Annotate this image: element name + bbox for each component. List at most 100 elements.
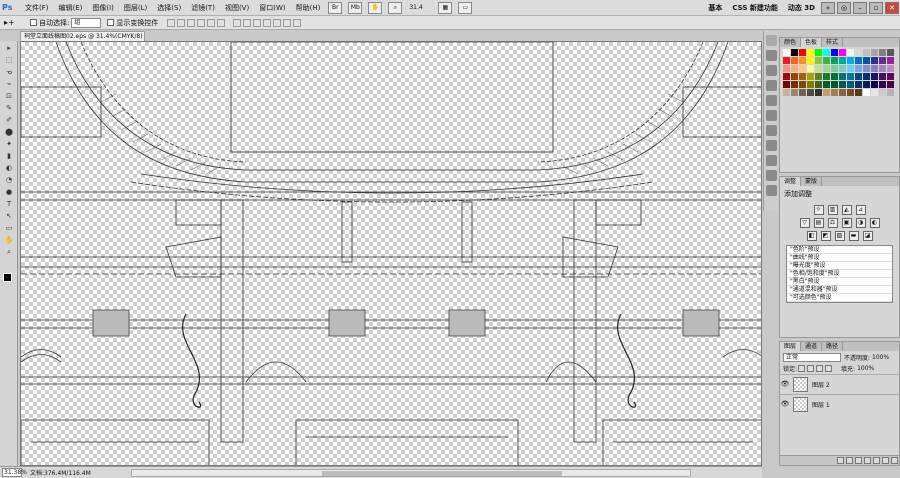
history-icon[interactable] (766, 65, 777, 76)
menu-layer[interactable]: 图层(L) (119, 0, 152, 16)
tab-adjustments[interactable]: 调整 (780, 177, 802, 186)
hue-saturation-icon[interactable]: ▤ (813, 218, 824, 228)
new-layer-icon[interactable] (882, 457, 889, 464)
menu-select[interactable]: 选择(S) (152, 0, 186, 16)
type-tool-icon[interactable]: T (2, 199, 16, 209)
color-swatch[interactable] (887, 65, 894, 72)
bridge-icon[interactable]: Br (328, 1, 343, 14)
visibility-eye-icon[interactable]: 👁 (780, 400, 790, 408)
color-swatch[interactable] (855, 81, 862, 88)
color-swatch[interactable] (863, 89, 870, 96)
color-swatch[interactable] (791, 49, 798, 56)
color-swatch[interactable] (823, 49, 830, 56)
invert-icon[interactable]: ◧ (806, 231, 817, 241)
history-brush-tool-icon[interactable]: ▮ (2, 151, 16, 161)
color-swatch[interactable] (783, 81, 790, 88)
screen-mode-icon[interactable]: ▭ (458, 1, 473, 14)
tab-layers[interactable]: 图层 (780, 342, 802, 351)
channel-mixer-icon[interactable]: ◐ (869, 218, 880, 228)
panel-collapse-icon[interactable] (766, 35, 777, 46)
color-swatch[interactable] (871, 57, 878, 64)
color-balance-icon[interactable]: ⚖ (827, 218, 838, 228)
document-canvas[interactable] (20, 41, 762, 466)
mini-bridge-icon[interactable] (766, 50, 777, 61)
workspace-3d[interactable]: 动态 3D (783, 3, 820, 13)
auto-select-checkbox[interactable] (30, 19, 37, 26)
horizontal-scroll-thumb[interactable] (321, 470, 562, 476)
align-top-icon[interactable] (167, 18, 176, 27)
auto-align-icon[interactable] (293, 18, 302, 27)
color-swatch[interactable] (791, 57, 798, 64)
color-swatch[interactable] (799, 49, 806, 56)
color-swatch[interactable] (783, 65, 790, 72)
add-mask-icon[interactable] (855, 457, 862, 464)
menu-filter[interactable]: 滤镜(T) (186, 0, 220, 16)
posterize-icon[interactable]: ◩ (820, 231, 831, 241)
color-swatch[interactable] (855, 57, 862, 64)
layer-name[interactable]: 图层 2 (812, 380, 830, 389)
curves-icon[interactable]: ◭ (841, 205, 852, 215)
color-swatch[interactable] (783, 49, 790, 56)
brush-tool-icon[interactable]: ⬤ (2, 127, 16, 137)
layer-name[interactable]: 图层 1 (812, 400, 830, 409)
arrange-icon[interactable]: ▦ (438, 1, 453, 14)
color-swatch[interactable] (839, 89, 846, 96)
vibrance-icon[interactable]: ▽ (799, 218, 810, 228)
menu-image[interactable]: 图像(I) (87, 0, 119, 16)
color-swatch[interactable] (847, 81, 854, 88)
color-swatch[interactable] (839, 65, 846, 72)
color-swatch[interactable] (799, 89, 806, 96)
close-icon[interactable]: ✕ (885, 2, 899, 14)
preset-hue-saturation[interactable]: "色相/饱和度"预设 (787, 270, 892, 278)
color-swatch[interactable] (863, 49, 870, 56)
color-swatch[interactable] (791, 65, 798, 72)
adjustment-layer-icon[interactable] (864, 457, 871, 464)
color-swatch[interactable] (831, 81, 838, 88)
distribute-top-icon[interactable] (233, 18, 242, 27)
color-swatch[interactable] (807, 81, 814, 88)
align-middle-icon[interactable] (177, 18, 186, 27)
color-swatch[interactable] (847, 65, 854, 72)
zoom-icon[interactable]: ⌕ (388, 1, 403, 14)
workspace-essentials[interactable]: 基本 (703, 3, 727, 13)
color-swatch[interactable] (815, 89, 822, 96)
gradient-tool-icon[interactable]: ◔ (2, 175, 16, 185)
align-center-icon[interactable] (207, 18, 216, 27)
restore-icon[interactable]: ▫ (869, 2, 883, 14)
clone-stamp-tool-icon[interactable]: ✦ (2, 139, 16, 149)
color-swatch[interactable] (799, 65, 806, 72)
color-swatch[interactable] (879, 89, 886, 96)
color-swatch[interactable] (831, 49, 838, 56)
tab-channels[interactable]: 通道 (801, 342, 823, 351)
marquee-tool-icon[interactable]: ⬚ (2, 55, 16, 65)
horizontal-scrollbar[interactable] (130, 468, 691, 477)
preset-channel-mixer[interactable]: "通道混和器"预设 (787, 286, 892, 294)
zoom-tool-icon[interactable]: ⌕ (2, 247, 16, 257)
color-swatch[interactable] (839, 81, 846, 88)
color-swatch[interactable] (855, 49, 862, 56)
align-left-icon[interactable] (197, 18, 206, 27)
levels-icon[interactable]: ▥ (827, 205, 838, 215)
color-swatch[interactable] (879, 81, 886, 88)
color-swatch[interactable] (799, 57, 806, 64)
distribute-left-icon[interactable] (263, 18, 272, 27)
distribute-right-icon[interactable] (283, 18, 292, 27)
exposure-icon[interactable]: ⊿ (855, 205, 866, 215)
new-group-icon[interactable] (873, 457, 880, 464)
navigator-icon[interactable] (766, 185, 777, 196)
healing-brush-tool-icon[interactable]: ✐ (2, 115, 16, 125)
color-swatch[interactable] (831, 73, 838, 80)
tab-styles[interactable]: 样式 (822, 38, 844, 47)
menu-edit[interactable]: 编辑(E) (54, 0, 88, 16)
color-swatch[interactable] (807, 57, 814, 64)
color-swatch[interactable] (855, 89, 862, 96)
preset-selective-color[interactable]: "可选颜色"预设 (787, 294, 892, 302)
color-swatch[interactable] (831, 89, 838, 96)
opacity-value[interactable]: 100% (872, 354, 889, 361)
color-swatch[interactable] (847, 57, 854, 64)
status-zoom-field[interactable]: 31.38% (2, 468, 27, 477)
auto-select-dropdown[interactable]: 组 (71, 17, 102, 28)
photo-filter-icon[interactable]: ◑ (855, 218, 866, 228)
color-swatch[interactable] (823, 57, 830, 64)
brush-presets-icon[interactable] (766, 95, 777, 106)
